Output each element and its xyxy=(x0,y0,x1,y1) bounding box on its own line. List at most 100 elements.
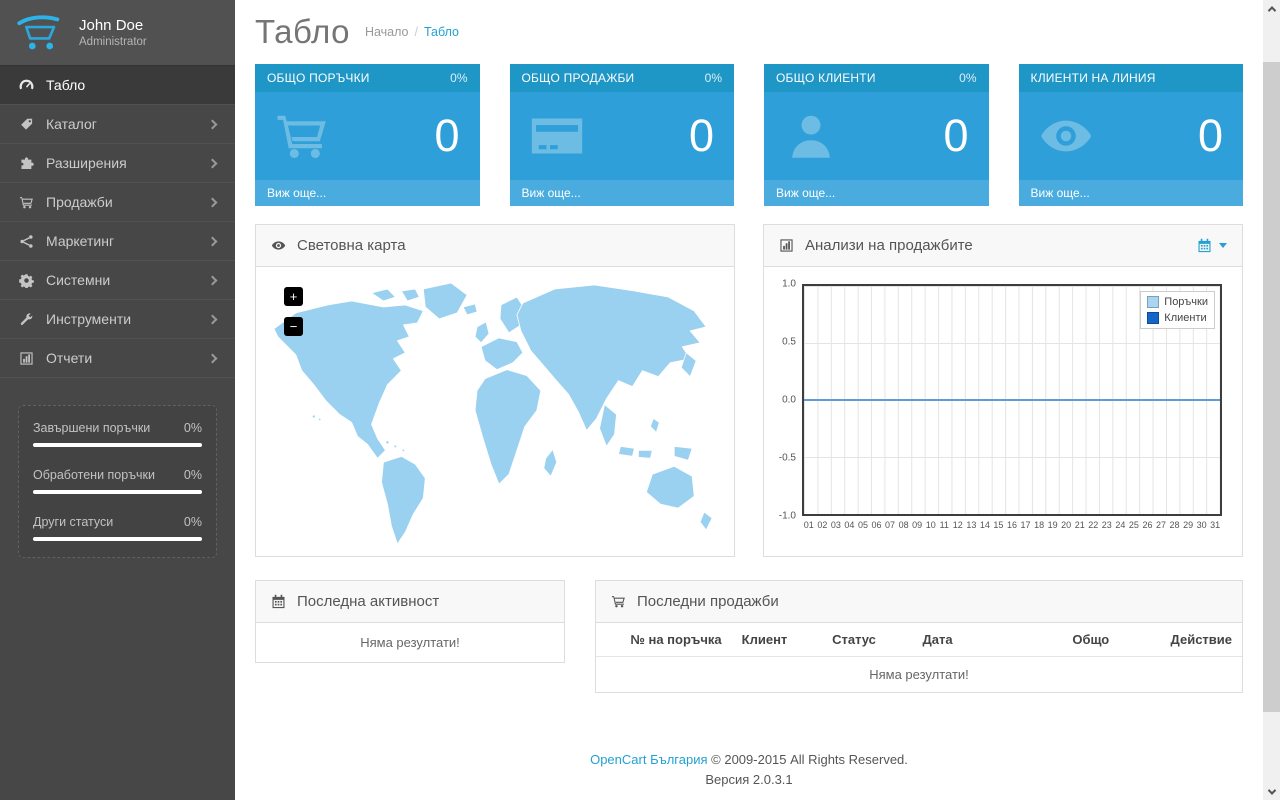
sidebar-item-reports[interactable]: Отчети xyxy=(0,339,235,378)
sidebar-item-label: Продажби xyxy=(46,194,113,210)
breadcrumb-home-link[interactable]: Начало xyxy=(365,25,409,39)
chart-area: 1.0 0.5 0.0 -0.5 -1.0 Поръчки Клиенти xyxy=(772,279,1222,522)
tile-orders-total: ОБЩО ПОРЪЧКИ 0% 0 Виж още... xyxy=(255,64,480,206)
legend-label: Клиенти xyxy=(1164,312,1207,324)
vertical-scrollbar[interactable] xyxy=(1263,0,1280,800)
tile-header: КЛИЕНТИ НА ЛИНИЯ xyxy=(1018,64,1243,92)
breadcrumb-current-link[interactable]: Табло xyxy=(424,25,459,39)
x-tick-label: 22 xyxy=(1088,520,1099,530)
orders-column-header: Общо xyxy=(1009,623,1120,657)
scrollbar-down-button[interactable] xyxy=(1263,783,1280,800)
x-tick-label: 23 xyxy=(1101,520,1112,530)
recent-activity-panel: Последна активност Няма резултати! xyxy=(255,580,565,663)
main-content: Табло Начало / Табло ОБЩО ПОРЪЧКИ 0% 0 Виж ощ… xyxy=(235,0,1263,800)
sidebar-item-sales[interactable]: Продажби xyxy=(0,183,235,222)
user-name: John Doe xyxy=(79,17,144,34)
footer-version: Версия 2.0.3.1 xyxy=(705,772,793,788)
eye-icon xyxy=(1035,108,1097,164)
sidebar-nav: Табло Каталог Разширения Продажби Маркетинг С… xyxy=(0,66,235,378)
footer-copyright: © 2009-2015 All Rights Reserved. xyxy=(711,752,908,767)
chevron-right-icon xyxy=(207,119,218,129)
page-title: Табло xyxy=(255,13,350,50)
x-tick-label: 24 xyxy=(1115,520,1126,530)
x-tick-label: 26 xyxy=(1142,520,1153,530)
sidebar-item-label: Табло xyxy=(46,77,86,93)
order-stat-progressbar xyxy=(33,443,202,447)
sales-analytics-panel: Анализи на продажбите 1.0 0.5 0.0 -0.5 -1.0 xyxy=(763,224,1243,557)
sidebar-item-dashboard[interactable]: Табло xyxy=(0,66,235,105)
orders-column-header: Клиент xyxy=(731,623,823,657)
tile-percent: 0% xyxy=(450,71,468,85)
order-stat: Обработени поръчки 0% xyxy=(33,459,202,506)
map-zoom-in-button[interactable]: + xyxy=(284,287,303,306)
orders-column-header: Статус xyxy=(822,623,913,657)
scrollbar-thumb[interactable] xyxy=(1263,62,1280,712)
orders-table-empty-row: Няма резултати! xyxy=(596,657,1242,693)
x-tick-label: 02 xyxy=(817,520,828,530)
profile-header[interactable]: John Doe Administrator xyxy=(0,0,235,66)
tile-sales-total: ОБЩО ПРОДАЖБИ 0% 0 Виж още... xyxy=(509,64,734,206)
share-icon xyxy=(15,234,37,249)
tile-see-more-link[interactable]: Виж още... xyxy=(764,180,989,206)
tile-value: 0 xyxy=(688,110,714,161)
chart-legend: Поръчки Клиенти xyxy=(1140,291,1215,329)
chart-data-line xyxy=(804,399,1220,401)
sidebar-item-label: Отчети xyxy=(46,350,93,366)
breadcrumb-separator: / xyxy=(414,25,418,39)
cart-icon xyxy=(15,195,37,210)
x-tick-label: 16 xyxy=(1006,520,1017,530)
calendar-icon xyxy=(271,594,287,609)
sidebar-item-tools[interactable]: Инструменти xyxy=(0,300,235,339)
recent-activity-title: Последна активност xyxy=(297,593,440,610)
credit-card-icon xyxy=(526,108,588,164)
world-map-panel-title: Световна карта xyxy=(297,237,406,254)
sidebar-item-system[interactable]: Системни xyxy=(0,261,235,300)
y-tick-label: 0.0 xyxy=(782,394,796,406)
order-stat-value: 0% xyxy=(183,468,202,482)
tile-see-more-link[interactable]: Виж още... xyxy=(1018,180,1243,206)
tile-header: ОБЩО ПОРЪЧКИ 0% xyxy=(255,64,480,92)
legend-label: Поръчки xyxy=(1164,296,1208,308)
x-tick-label: 14 xyxy=(979,520,990,530)
chevron-right-icon xyxy=(207,236,218,246)
x-tick-label: 18 xyxy=(1034,520,1045,530)
sidebar-item-extensions[interactable]: Разширения xyxy=(0,144,235,183)
order-stat-row: Завършени поръчки 0% xyxy=(33,421,202,435)
scrollbar-up-button[interactable] xyxy=(1263,0,1280,17)
x-tick-label: 30 xyxy=(1196,520,1207,530)
world-map[interactable] xyxy=(256,267,734,556)
chevron-right-icon xyxy=(207,275,218,285)
wrench-icon xyxy=(15,312,37,327)
map-zoom-out-button[interactable]: − xyxy=(284,317,303,336)
x-tick-label: 09 xyxy=(912,520,923,530)
tile-see-more-link[interactable]: Виж още... xyxy=(255,180,480,206)
latest-orders-panel: Последни продажби № на поръчка Клиент Стат… xyxy=(595,580,1243,693)
footer-link[interactable]: OpenCart България xyxy=(590,752,707,767)
legend-entry: Клиенти xyxy=(1147,312,1208,324)
cart-icon xyxy=(271,108,333,164)
tile-header: ОБЩО ПРОДАЖБИ 0% xyxy=(509,64,734,92)
profile-text: John Doe Administrator xyxy=(79,17,147,48)
order-stat-label: Завършени поръчки xyxy=(33,421,151,435)
sidebar-item-catalog[interactable]: Каталог xyxy=(0,105,235,144)
order-stat-label: Обработени поръчки xyxy=(33,468,155,482)
y-tick-label: 0.5 xyxy=(782,336,796,348)
x-tick-label: 11 xyxy=(939,520,949,530)
tile-see-more-link[interactable]: Виж още... xyxy=(509,180,734,206)
tile-title: ОБЩО КЛИЕНТИ xyxy=(776,71,876,85)
chevron-right-icon xyxy=(207,314,218,324)
chevron-down-icon xyxy=(1267,785,1276,795)
x-tick-label: 08 xyxy=(898,520,909,530)
order-stat: Други статуси 0% xyxy=(33,506,202,553)
tile-body: 0 xyxy=(255,92,480,180)
date-range-button[interactable] xyxy=(1197,238,1227,253)
tile-body: 0 xyxy=(509,92,734,180)
eye-icon xyxy=(271,238,287,253)
footer: OpenCart България © 2009-2015 All Rights… xyxy=(255,750,1243,790)
cart-icon xyxy=(611,594,627,609)
tile-customers-total: ОБЩО КЛИЕНТИ 0% 0 Виж още... xyxy=(764,64,989,206)
chart-x-axis: 01 02 03 04 05 06 07 08 09 10 11 12 13 14 15 16 17 18 19 20… xyxy=(802,516,1222,530)
sidebar-item-marketing[interactable]: Маркетинг xyxy=(0,222,235,261)
world-map-body: + − xyxy=(256,267,734,556)
order-stat-value: 0% xyxy=(183,421,202,435)
